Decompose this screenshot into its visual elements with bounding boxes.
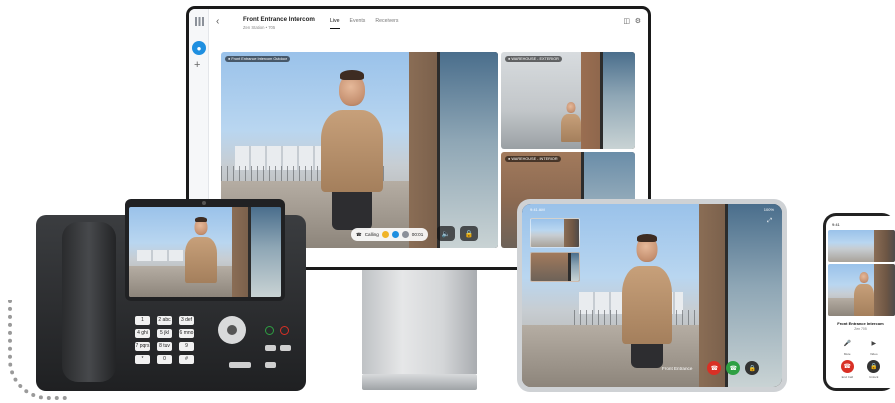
camera-thumbnail[interactable] bbox=[530, 218, 580, 248]
receiver-dot-icon bbox=[381, 231, 389, 238]
app-grid-icon[interactable] bbox=[195, 17, 204, 26]
monitor-base bbox=[362, 374, 477, 390]
status-time: 9:41 AM bbox=[530, 207, 545, 212]
call-timer: 00:01 bbox=[411, 232, 424, 237]
key-6[interactable]: 6 mno bbox=[179, 329, 194, 338]
tab-events[interactable]: Events bbox=[350, 18, 366, 29]
feed-label: ● WAREHOUSE - INTERIOR bbox=[505, 156, 561, 162]
key-9[interactable]: 9 wxyz bbox=[179, 342, 194, 358]
tab-live[interactable]: Live bbox=[330, 18, 340, 29]
key-4[interactable]: 4 ghi bbox=[135, 329, 150, 338]
hangup-button[interactable] bbox=[280, 326, 289, 335]
key-7[interactable]: 7 pqrs bbox=[135, 342, 150, 351]
page-subtitle: Zen Station • 705 bbox=[243, 25, 276, 30]
key-star[interactable]: * bbox=[135, 355, 150, 364]
phone-hangup-icon: ☎ bbox=[710, 365, 719, 372]
monitor-stand bbox=[362, 270, 477, 374]
lock-icon: 🔒 bbox=[464, 230, 474, 238]
function-key[interactable] bbox=[265, 345, 276, 351]
mute-button[interactable]: 🎤 Mute bbox=[841, 337, 854, 356]
call-actions-row: ☎ End Call 🔒 Unlock bbox=[834, 360, 887, 379]
status-battery: 100% bbox=[763, 207, 774, 212]
video-button[interactable]: ▶ Video bbox=[867, 337, 880, 356]
phone-icon: ☎ bbox=[729, 365, 738, 372]
camera-icon bbox=[202, 201, 206, 205]
call-title: Front Entrance Intercom bbox=[837, 321, 884, 326]
expand-icon[interactable]: ⤢ bbox=[767, 218, 772, 225]
key-hash[interactable]: # bbox=[179, 355, 194, 364]
desk-phone-feed[interactable] bbox=[129, 207, 281, 297]
receiver-dot-icon bbox=[391, 231, 399, 238]
function-key[interactable] bbox=[280, 345, 291, 351]
unlock-button[interactable]: 🔒 bbox=[460, 226, 478, 241]
key-3[interactable]: 3 def bbox=[179, 316, 194, 325]
end-call-button[interactable]: ☎ End Call bbox=[840, 360, 854, 379]
plus-icon[interactable]: + bbox=[194, 60, 200, 71]
chevron-left-icon[interactable]: ‹ bbox=[216, 16, 219, 27]
handset[interactable] bbox=[62, 222, 116, 382]
lock-icon: 🔒 bbox=[867, 360, 881, 373]
accept-button[interactable]: ☎ bbox=[726, 361, 741, 375]
phone-camera-feed[interactable] bbox=[828, 264, 895, 316]
call-status-pill: ☎ Calling 00:01 bbox=[351, 228, 429, 241]
feed-label: ● WAREHOUSE - EXTERIOR bbox=[505, 56, 562, 62]
visitor-figure bbox=[321, 70, 383, 230]
call-status: Calling bbox=[364, 232, 379, 237]
call-subtitle: Zen 705 bbox=[854, 327, 867, 331]
decline-button[interactable]: ☎ bbox=[707, 361, 722, 375]
call-controls-row: 🎤 Mute ▶ Video bbox=[834, 337, 887, 356]
tab-bar: Live Events Receivers bbox=[330, 18, 398, 29]
ok-button[interactable] bbox=[227, 325, 237, 335]
product-showcase: ● + ‹ Front Entrance Intercom Zen Statio… bbox=[0, 0, 895, 403]
function-key[interactable] bbox=[265, 362, 276, 368]
status-time: 9:41 bbox=[832, 222, 840, 227]
feed-label: ● Front Entrance Intercom Outdoor bbox=[225, 56, 291, 62]
lock-icon: 🔒 bbox=[748, 365, 757, 372]
caller-name: Front Entrance bbox=[662, 365, 693, 371]
camera-thumbnail[interactable] bbox=[530, 252, 580, 282]
user-icon[interactable]: ● bbox=[192, 41, 206, 55]
video-icon: ▶ bbox=[871, 341, 877, 347]
volume-key[interactable] bbox=[229, 362, 251, 368]
desk-phone-screen bbox=[125, 199, 285, 301]
tablet-screen: 9:41 AM 100% ⤢ Front Entrance ☎ ☎ 🔒 bbox=[522, 204, 782, 387]
smartphone: 9:41 Front Entrance Intercom Zen 705 🎤 M… bbox=[823, 213, 895, 391]
key-0[interactable]: 0 bbox=[157, 355, 172, 364]
tab-receivers[interactable]: Receivers bbox=[375, 18, 398, 29]
page-title: Front Entrance Intercom bbox=[243, 16, 315, 23]
side-camera-feed[interactable]: ● WAREHOUSE - EXTERIOR bbox=[501, 52, 635, 149]
tablet-call-bar: Front Entrance ☎ ☎ 🔒 bbox=[662, 361, 760, 375]
phone-thumb-feed[interactable] bbox=[828, 230, 895, 262]
key-1[interactable]: 1 bbox=[135, 316, 150, 325]
speaker-mute-icon: 🔈 bbox=[441, 230, 451, 238]
unlock-button[interactable]: 🔒 Unlock bbox=[867, 360, 881, 379]
microphone-icon: 🎤 bbox=[843, 341, 851, 347]
settings-icon[interactable]: ⚙ bbox=[635, 17, 641, 25]
tablet: 9:41 AM 100% ⤢ Front Entrance ☎ ☎ 🔒 bbox=[517, 199, 787, 392]
phone-ringing-icon: ☎ bbox=[356, 231, 362, 237]
app-header: ‹ Front Entrance Intercom Zen Station • … bbox=[209, 9, 648, 37]
answer-button[interactable] bbox=[265, 326, 274, 335]
key-8[interactable]: 8 tuv bbox=[157, 342, 172, 351]
key-5[interactable]: 5 jkl bbox=[157, 329, 172, 338]
dial-keypad: 1 2 abc 3 def 4 ghi 5 jkl 6 mno 7 pqrs 8… bbox=[135, 316, 194, 364]
mute-speaker-button[interactable]: 🔈 bbox=[437, 226, 455, 241]
cast-icon[interactable]: ◫ bbox=[623, 17, 630, 25]
navigation-dpad[interactable] bbox=[218, 316, 246, 344]
phone-hangup-icon: ☎ bbox=[840, 360, 854, 373]
key-2[interactable]: 2 abc bbox=[157, 316, 172, 325]
unlock-button[interactable]: 🔒 bbox=[745, 361, 760, 375]
receiver-dot-icon bbox=[401, 231, 409, 238]
smartphone-screen: 9:41 Front Entrance Intercom Zen 705 🎤 M… bbox=[826, 216, 895, 388]
tablet-status-bar: 9:41 AM 100% bbox=[530, 207, 774, 212]
